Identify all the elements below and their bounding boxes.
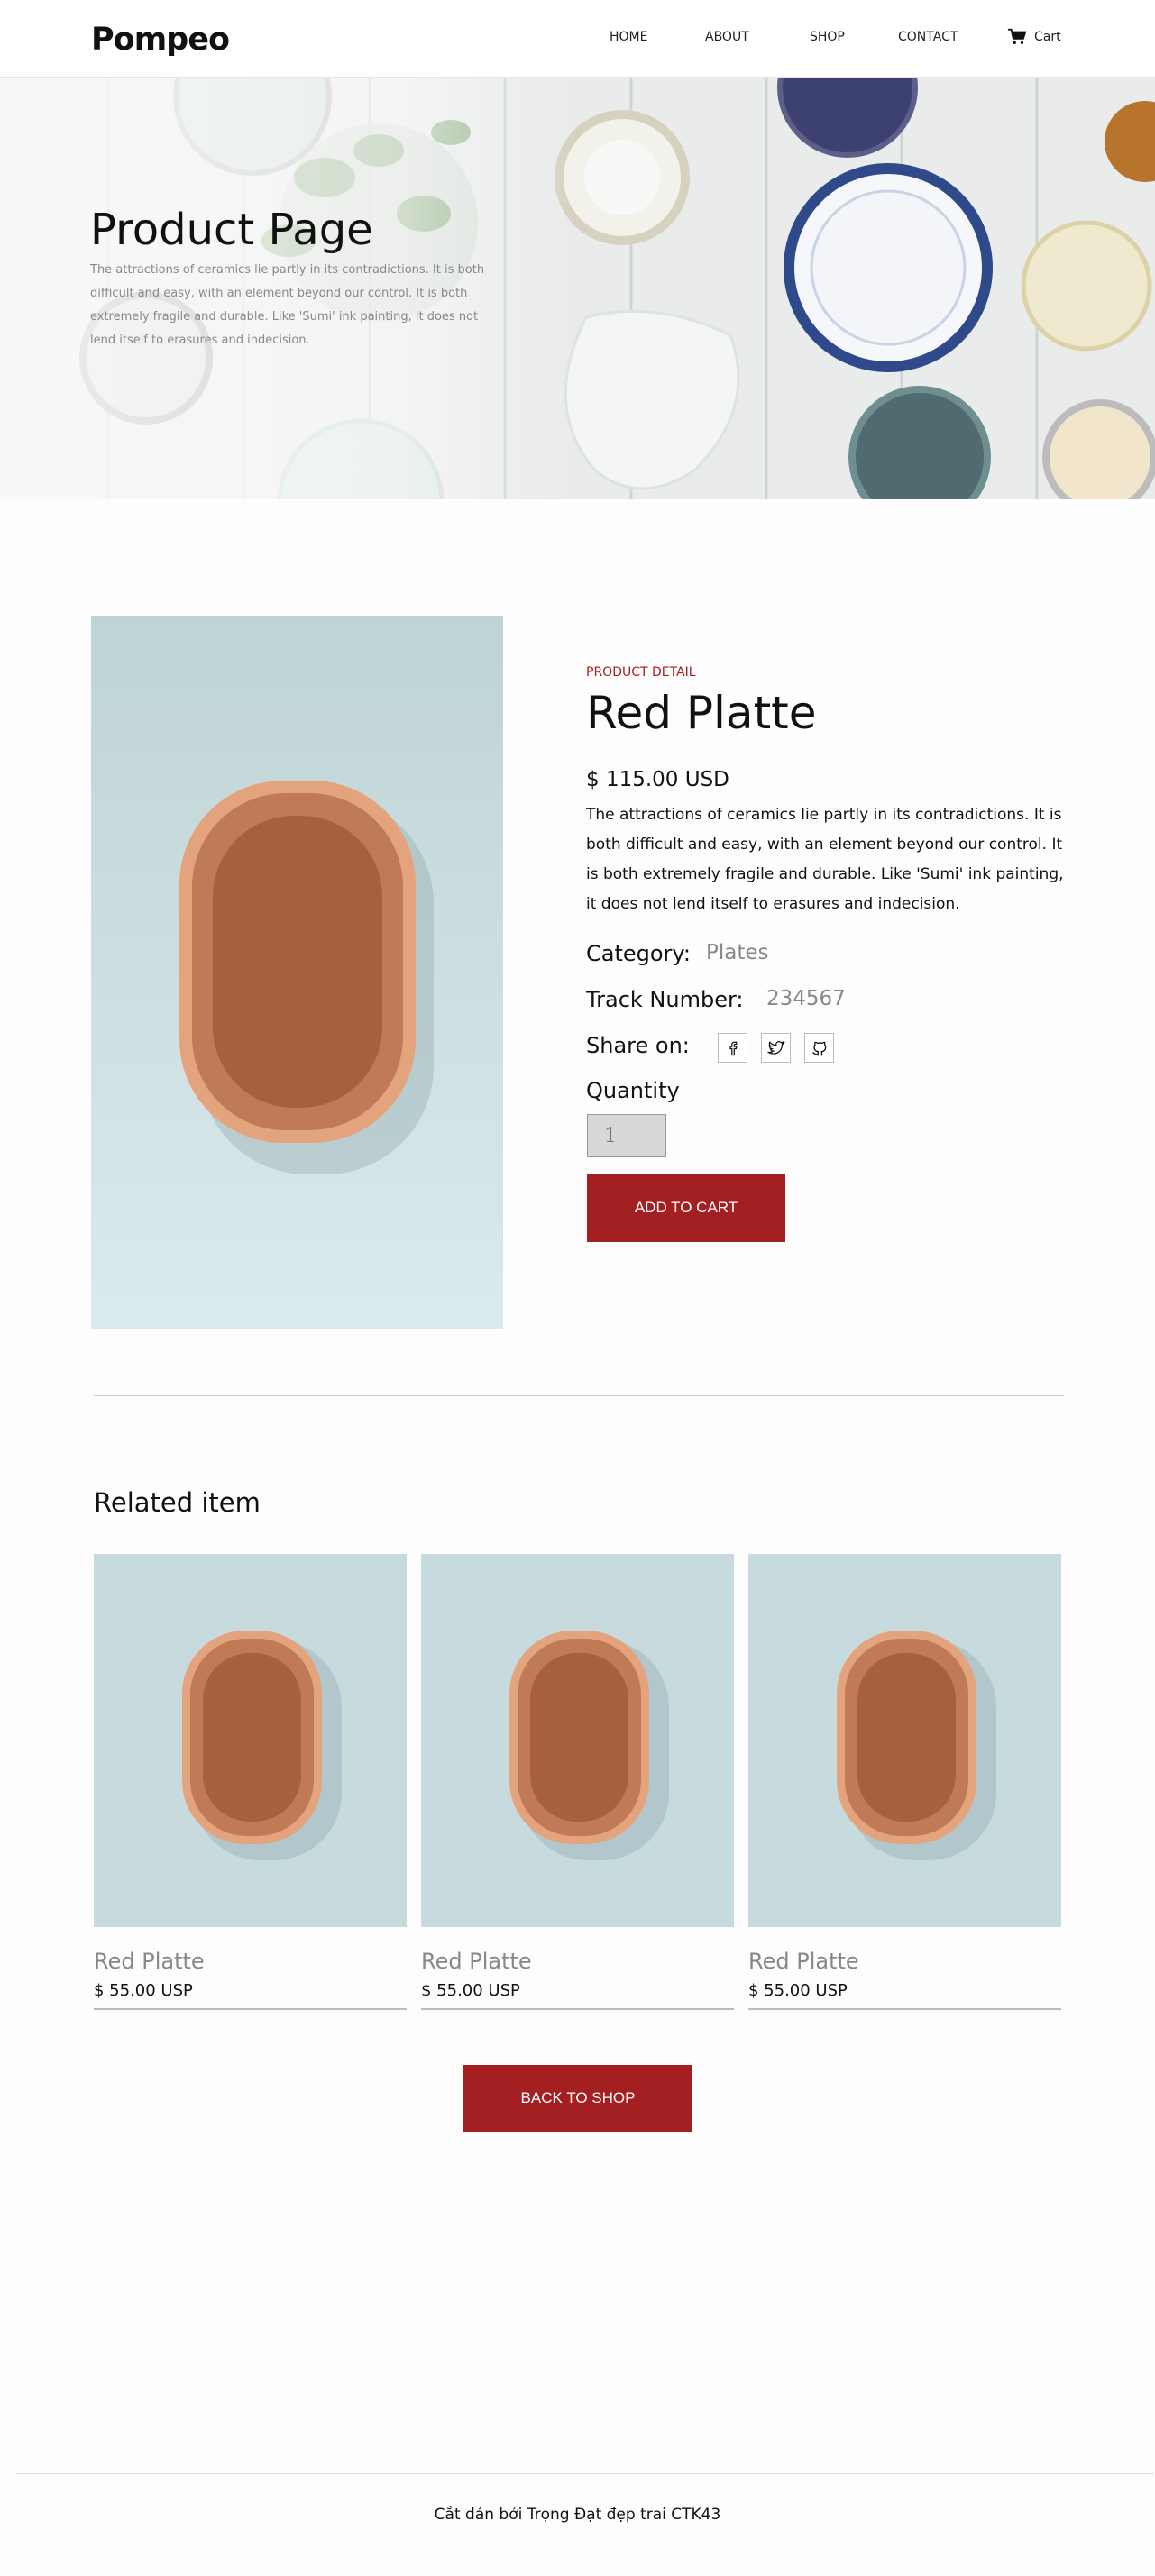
product-price: $ 115.00 USD bbox=[586, 768, 729, 791]
related-item-card[interactable] bbox=[94, 1554, 407, 2011]
site-header: Pompeo HOME ABOUT SHOP CONTACT Cart bbox=[0, 0, 1155, 78]
nav-home-link[interactable]: HOME bbox=[610, 30, 647, 44]
related-items-heading: Related item bbox=[94, 1487, 261, 1518]
twitter-icon bbox=[766, 1040, 785, 1055]
product-eyebrow: PRODUCT DETAIL bbox=[586, 665, 696, 680]
hero-description: The attractions of ceramics lie partly i… bbox=[90, 263, 485, 347]
nav-shop-link[interactable]: SHOP bbox=[810, 30, 845, 44]
hero-banner: Product Page The attractions of ceramics… bbox=[0, 78, 1155, 499]
cart-link[interactable]: Cart bbox=[1007, 27, 1061, 47]
quantity-label: Quantity bbox=[586, 1078, 680, 1103]
track-number-value: 234567 bbox=[766, 987, 846, 1010]
github-icon bbox=[811, 1041, 826, 1055]
related-item-image[interactable] bbox=[94, 1554, 407, 1927]
product-image bbox=[91, 616, 503, 1329]
category-label: Category: bbox=[586, 941, 691, 966]
back-to-shop-button[interactable]: BACK TO SHOP bbox=[463, 2065, 692, 2132]
footer-divider bbox=[16, 2473, 1154, 2474]
share-label: Share on: bbox=[586, 1033, 690, 1058]
product-title: Red Platte bbox=[586, 687, 817, 739]
related-item-price: $ 55.00 USP bbox=[748, 1981, 848, 2000]
track-number-label: Track Number: bbox=[586, 987, 744, 1012]
share-facebook-button[interactable] bbox=[718, 1033, 747, 1063]
category-value[interactable]: Plates bbox=[706, 941, 769, 964]
nav-contact-link[interactable]: CONTACT bbox=[898, 30, 958, 44]
related-item-underline bbox=[421, 2008, 734, 2010]
related-item-image[interactable] bbox=[421, 1554, 734, 1927]
related-item-name[interactable]: Red Platte bbox=[748, 1949, 859, 1974]
nav-about-link[interactable]: ABOUT bbox=[705, 30, 749, 44]
footer-credit: Cắt dán bởi Trọng Đạt đẹp trai CTK43 bbox=[434, 2506, 721, 2524]
share-github-button[interactable] bbox=[804, 1033, 834, 1063]
related-item-underline bbox=[94, 2008, 407, 2010]
related-item-name[interactable]: Red Platte bbox=[421, 1949, 532, 1974]
share-twitter-button[interactable] bbox=[761, 1033, 791, 1063]
quantity-input[interactable] bbox=[587, 1114, 666, 1157]
page-title: Product Page bbox=[90, 205, 373, 255]
related-item-card[interactable] bbox=[421, 1554, 734, 2011]
cart-label: Cart bbox=[1034, 30, 1061, 44]
related-item-price: $ 55.00 USP bbox=[421, 1981, 520, 2000]
facebook-icon bbox=[729, 1041, 737, 1055]
related-item-price: $ 55.00 USP bbox=[94, 1981, 193, 2000]
brand-logo[interactable]: Pompeo bbox=[91, 22, 230, 58]
related-item-name[interactable]: Red Platte bbox=[94, 1949, 205, 1974]
cart-icon bbox=[1007, 28, 1027, 45]
related-item-card[interactable] bbox=[748, 1554, 1061, 2011]
related-item-underline bbox=[748, 2008, 1061, 2010]
related-item-image[interactable] bbox=[748, 1554, 1061, 1927]
section-divider bbox=[94, 1395, 1064, 1396]
add-to-cart-button[interactable]: ADD TO CART bbox=[587, 1174, 785, 1242]
product-description: The attractions of ceramics lie partly i… bbox=[586, 806, 1064, 913]
